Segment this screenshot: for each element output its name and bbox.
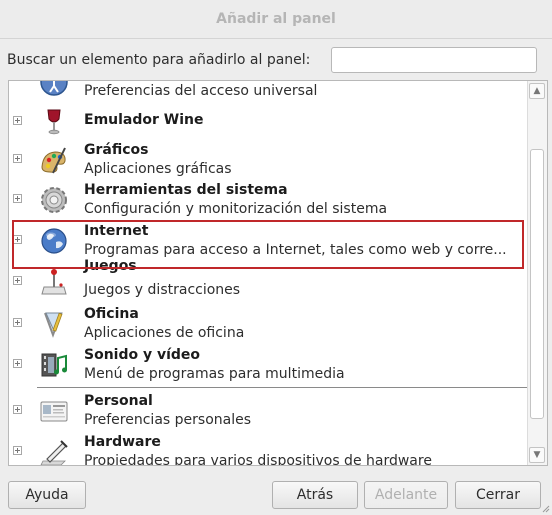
list-item-title: Sonido y vídeo [84,347,201,363]
search-label: Buscar un elemento para añadirlo al pane… [7,52,311,68]
close-button[interactable]: Cerrar [455,481,541,509]
help-button[interactable]: Ayuda [8,481,86,509]
joystick-icon [39,267,69,297]
list-item-graphics[interactable]: Gráficos Aplicaciones gráficas [9,141,529,181]
list-item-internet[interactable]: Internet Programas para acceso a Interne… [9,222,529,262]
expand-icon[interactable] [13,116,22,125]
list-item-games[interactable]: Juegos Juegos y distracciones [9,258,529,303]
scroll-up-icon[interactable]: ▲ [529,83,545,99]
list-item-title: Herramientas del sistema [84,182,288,198]
scrollbar-thumb[interactable] [530,149,544,419]
list-item-title: Gráficos [84,142,149,158]
list-item-title: Juegos [84,258,137,274]
section-separator [37,387,529,388]
list-item-system-tools[interactable]: Herramientas del sistema Configuración y… [9,181,529,221]
expand-icon[interactable] [13,446,22,455]
wine-glass-icon [39,107,69,137]
list-item-personal[interactable]: Personal Preferencias personales [9,392,529,432]
expand-icon[interactable] [13,318,22,327]
list-item-title: Oficina [84,306,139,322]
list-item-desc: Aplicaciones gráficas [84,161,232,177]
system-gear-icon [39,185,69,215]
expand-icon[interactable] [13,154,22,163]
list-item-multimedia[interactable]: Sonido y vídeo Menú de programas para mu… [9,346,529,386]
list-item-desc: Programas para acceso a Internet, tales … [84,242,507,258]
multimedia-icon [39,350,69,380]
search-input[interactable] [331,47,537,73]
scroll-down-icon[interactable]: ▼ [529,447,545,463]
list-item-wine[interactable]: Emulador Wine [9,103,529,143]
expand-icon[interactable] [13,194,22,203]
list-item-title: Emulador Wine [84,112,204,128]
hardware-icon [39,437,69,465]
vertical-scrollbar[interactable]: ▲ ▼ [527,81,547,465]
list-item-desc: Menú de programas para multimedia [84,366,345,382]
add-to-panel-dialog: Añadir al panel Buscar un elemento para … [0,0,552,515]
list-item-title: Internet [84,223,149,239]
expand-icon[interactable] [13,276,22,285]
title-bar[interactable]: Añadir al panel [0,0,552,39]
list-item-title: Personal [84,393,153,409]
resize-grip-icon[interactable] [542,505,550,513]
list-item-desc: Preferencias personales [84,412,252,428]
accessibility-icon [39,81,69,97]
office-icon [39,309,69,339]
forward-button[interactable]: Adelante [364,481,448,509]
list-item-accessibility[interactable]: Preferencias del acceso universal [9,81,529,103]
expand-icon[interactable] [13,359,22,368]
list-item-hardware[interactable]: Hardware Propiedades para varios disposi… [9,433,529,466]
list-item-desc: Configuración y monitorización del siste… [84,201,388,217]
list-item-desc: Aplicaciones de oficina [84,325,245,341]
list-item-desc: Juegos y distracciones [84,282,241,298]
personal-card-icon [39,396,69,426]
list-item-desc: Preferencias del acceso universal [84,83,318,99]
window-title: Añadir al panel [216,11,336,27]
list-item-title: Hardware [84,434,161,450]
expand-icon[interactable] [13,235,22,244]
list-item-office[interactable]: Oficina Aplicaciones de oficina [9,305,529,345]
globe-icon [39,226,69,256]
expand-icon[interactable] [13,405,22,414]
back-button[interactable]: Atrás [272,481,358,509]
item-list[interactable]: Preferencias del acceso universal Emulad… [8,80,548,466]
search-row: Buscar un elemento para añadirlo al pane… [0,44,552,78]
graphics-palette-icon [39,145,69,175]
list-item-desc: Propiedades para varios dispositivos de … [84,453,432,466]
